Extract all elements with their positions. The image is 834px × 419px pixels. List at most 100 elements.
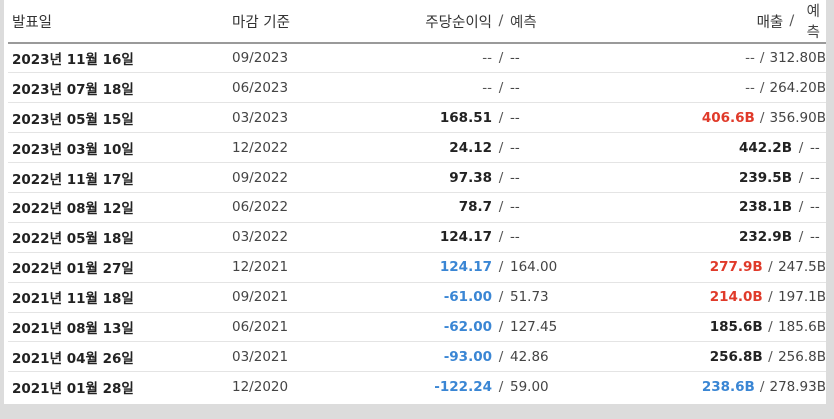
eps-separator: /: [498, 109, 504, 126]
eps-forecast: --: [510, 50, 520, 67]
cell-date: 2021년 11월 18일: [8, 282, 232, 312]
cell-date: 2021년 08월 13일: [8, 312, 232, 342]
revenue-separator: /: [759, 378, 765, 395]
revenue-forecast: --: [810, 169, 820, 186]
period-end: 03/2023: [232, 109, 289, 126]
header-revenue-forecast-label: 예측: [806, 4, 820, 41]
revenue-forecast: 197.1B: [778, 289, 826, 306]
cell-eps: -93.00 / 42.86: [412, 342, 592, 372]
cell-period: 06/2021: [232, 312, 412, 342]
revenue-actual: 239.5B: [739, 169, 792, 186]
revenue-separator: /: [798, 139, 804, 156]
eps-actual: 124.17: [439, 259, 492, 276]
release-date: 2021년 08월 13일: [12, 320, 134, 337]
revenue-actual: --: [745, 79, 755, 96]
revenue-separator: /: [768, 318, 773, 335]
cell-eps: -- / --: [412, 43, 592, 73]
eps-actual: -62.00: [443, 318, 492, 335]
period-end: 12/2022: [232, 139, 289, 156]
revenue-separator: /: [798, 199, 804, 216]
table-row: 2023년 11월 16일 09/2023 -- / -- -- / 312.8…: [8, 43, 826, 73]
earnings-table: 발표일 마감 기준 주당순이익 / 예측 매출 / 예측 2023년 11월 1…: [8, 0, 826, 402]
period-end: 09/2021: [232, 289, 289, 306]
eps-actual: 124.17: [439, 229, 492, 246]
eps-forecast: 59.00: [510, 378, 549, 395]
eps-forecast: --: [510, 169, 520, 186]
cell-period: 03/2022: [232, 222, 412, 252]
eps-forecast: 164.00: [510, 259, 558, 276]
table-row: 2021년 01월 28일 12/2020 -122.24 / 59.00 23…: [8, 372, 826, 402]
table-row: 2022년 05월 18일 03/2022 124.17 / -- 232.9B…: [8, 222, 826, 253]
eps-forecast: --: [510, 199, 520, 216]
release-date: 2022년 11월 17일: [12, 171, 134, 188]
cell-revenue: 277.9B / 247.5B: [592, 252, 826, 282]
eps-separator: /: [498, 348, 504, 365]
cell-period: 09/2023: [232, 43, 412, 73]
eps-actual: 168.51: [439, 109, 492, 126]
cell-revenue: 214.0B / 197.1B: [592, 282, 826, 312]
header-row: 발표일 마감 기준 주당순이익 / 예측 매출 / 예측: [8, 0, 826, 43]
header-date[interactable]: 발표일: [8, 0, 232, 43]
cell-eps: -- / --: [412, 73, 592, 103]
cell-date: 2021년 01월 28일: [8, 372, 232, 402]
cell-revenue: 238.1B / --: [592, 192, 826, 222]
eps-separator: /: [498, 289, 504, 306]
cell-revenue: 239.5B / --: [592, 163, 826, 193]
cell-period: 03/2021: [232, 342, 412, 372]
table-row: 2023년 07월 18일 06/2023 -- / -- -- / 264.2…: [8, 73, 826, 103]
period-end: 09/2023: [232, 50, 289, 67]
eps-forecast: --: [510, 109, 520, 126]
eps-separator: /: [498, 50, 504, 67]
table-row: 2022년 08월 12일 06/2022 78.7 / -- 238.1B /…: [8, 192, 826, 223]
header-revenue-label: 매출: [756, 14, 784, 31]
release-date: 2022년 05월 18일: [12, 231, 134, 248]
cell-eps: 24.12 / --: [412, 133, 592, 163]
eps-forecast: --: [510, 139, 520, 156]
period-end: 06/2022: [232, 199, 289, 216]
cell-revenue: -- / 264.20B: [592, 73, 826, 103]
cell-date: 2023년 11월 16일: [8, 43, 232, 73]
cell-period: 12/2022: [232, 133, 412, 163]
revenue-forecast: 247.5B: [778, 259, 826, 276]
eps-actual: 24.12: [449, 139, 492, 156]
revenue-actual: --: [745, 50, 755, 67]
cell-date: 2021년 04월 26일: [8, 342, 232, 372]
eps-actual: 78.7: [458, 199, 492, 216]
cell-eps: 78.7 / --: [412, 192, 592, 222]
eps-actual: --: [482, 50, 492, 67]
header-eps[interactable]: 주당순이익 / 예측: [412, 0, 592, 43]
header-eps-forecast-label: 예측: [510, 14, 537, 31]
eps-separator: /: [498, 378, 504, 395]
earnings-table-panel: 발표일 마감 기준 주당순이익 / 예측 매출 / 예측 2023년 11월 1…: [4, 0, 826, 404]
cell-date: 2022년 01월 27일: [8, 252, 232, 282]
revenue-actual: 442.2B: [739, 139, 792, 156]
cell-date: 2023년 05월 15일: [8, 103, 232, 133]
eps-forecast: 51.73: [510, 289, 549, 306]
header-period-label: 마감 기준: [232, 14, 290, 31]
cell-period: 06/2022: [232, 192, 412, 222]
cell-eps: 168.51 / --: [412, 103, 592, 133]
cell-revenue: 256.8B / 256.8B: [592, 342, 826, 372]
cell-revenue: 232.9B / --: [592, 222, 826, 252]
cell-revenue: 406.6B / 356.90B: [592, 103, 826, 133]
table-row: 2023년 03월 10일 12/2022 24.12 / -- 442.2B …: [8, 133, 826, 163]
release-date: 2021년 01월 28일: [12, 380, 134, 397]
revenue-separator: /: [768, 348, 773, 365]
release-date: 2023년 11월 16일: [12, 52, 134, 69]
eps-actual: 97.38: [449, 169, 492, 186]
header-revenue[interactable]: 매출 / 예측: [592, 0, 826, 43]
cell-date: 2022년 11월 17일: [8, 163, 232, 193]
revenue-separator: /: [759, 79, 765, 96]
table-row: 2021년 08월 13일 06/2021 -62.00 / 127.45 18…: [8, 312, 826, 342]
cell-revenue: 185.6B / 185.6B: [592, 312, 826, 342]
cell-eps: -61.00 / 51.73: [412, 282, 592, 312]
table-row: 2022년 11월 17일 09/2022 97.38 / -- 239.5B …: [8, 163, 826, 193]
header-date-label: 발표일: [12, 14, 53, 31]
cell-date: 2023년 07월 18일: [8, 73, 232, 103]
revenue-forecast: --: [810, 139, 820, 156]
header-period[interactable]: 마감 기준: [232, 0, 412, 43]
revenue-actual: 238.1B: [739, 199, 792, 216]
revenue-actual: 256.8B: [709, 348, 763, 365]
revenue-actual: 277.9B: [709, 259, 763, 276]
release-date: 2021년 11월 18일: [12, 291, 134, 308]
